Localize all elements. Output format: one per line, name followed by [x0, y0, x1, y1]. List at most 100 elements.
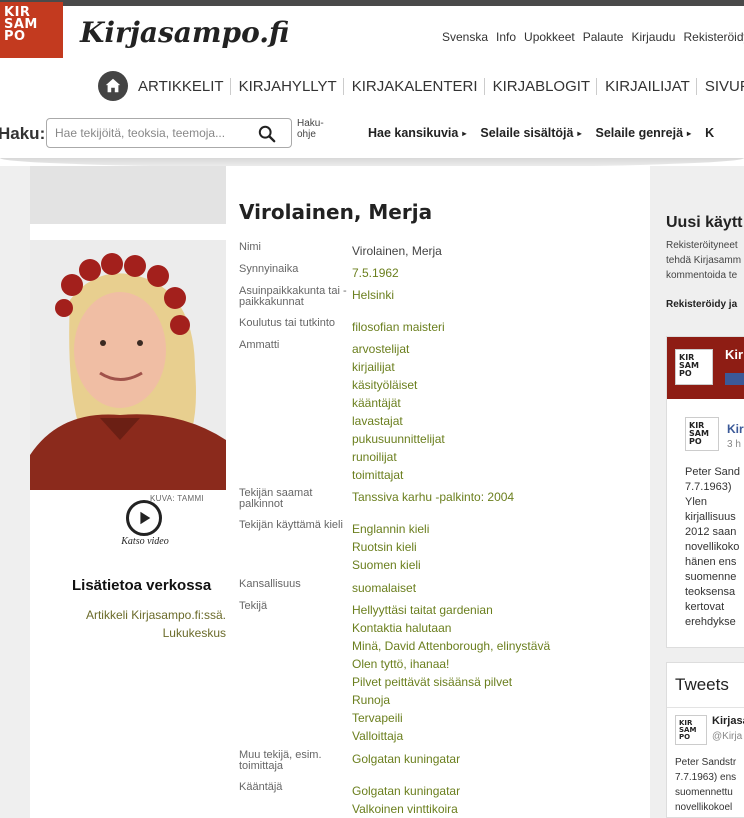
detail-value-link[interactable]: Tervapeili — [352, 709, 550, 727]
quick-links: Hae kansikuvia ▸ Selaile sisältöjä ▸ Selai… — [368, 126, 714, 140]
detail-value-link[interactable]: lavastajat — [352, 412, 445, 430]
detail-values: arvostelijat kirjailijat käsityöläiset kään… — [352, 340, 445, 484]
detail-values: filosofian maisteri — [352, 318, 445, 336]
post-author[interactable]: Kir — [727, 422, 744, 436]
detail-value-link[interactable]: Hellyyttäsi taitat gardenian — [352, 601, 550, 619]
detail-value-link[interactable]: Valloittaja — [352, 727, 550, 745]
top-link-palaute[interactable]: Palaute — [583, 30, 624, 44]
detail-value-link[interactable]: Olen tyttö, ihanaa! — [352, 655, 550, 673]
more-info-links: Artikkeli Kirjasampo.fi:ssä. Lukukeskus — [30, 606, 226, 642]
author-portrait — [30, 240, 226, 490]
logo-line: PO — [679, 369, 692, 378]
post-avatar: KIR SAM PO — [685, 417, 719, 451]
top-link-kirjaudu[interactable]: Kirjaudu — [631, 30, 675, 44]
more-info-heading: Lisätietoa verkossa — [72, 577, 212, 594]
detail-value-link[interactable]: suomalaiset — [352, 579, 416, 597]
top-link-upokkeet[interactable]: Upokkeet — [524, 30, 575, 44]
detail-values: Golgatan kuningatar Valkoinen vinttikoira — [352, 782, 460, 818]
detail-value-link[interactable]: arvostelijat — [352, 340, 445, 358]
detail-value-link[interactable]: kääntäjät — [352, 394, 445, 412]
detail-value-link[interactable]: Golgatan kuningatar — [352, 782, 460, 800]
detail-label: Kääntäjä — [239, 781, 283, 793]
author-name-heading: Virolainen, Merja — [239, 200, 433, 224]
top-link-svenska[interactable]: Svenska — [442, 30, 488, 44]
chevron-right-icon: ▸ — [687, 129, 692, 139]
quick-link-label: Selaile sisältöjä — [480, 126, 574, 140]
play-icon — [140, 511, 151, 525]
detail-label: Tekijän käyttämä kieli — [239, 519, 343, 531]
search-help-link[interactable]: Haku-ohje — [297, 118, 327, 140]
home-icon — [105, 78, 121, 93]
detail-value-link[interactable]: Kontaktia halutaan — [352, 619, 550, 637]
search-button[interactable] — [254, 122, 280, 146]
detail-value-link: Virolainen, Merja — [352, 244, 442, 258]
detail-label: Kansallisuus — [239, 578, 301, 590]
tweet-text-line: novellikokoel — [675, 802, 733, 813]
more-link-lukukeskus[interactable]: Lukukeskus — [30, 624, 226, 642]
nav-item-kirjailijat[interactable]: KIRJAILIJAT — [599, 77, 697, 95]
detail-value-link[interactable]: Suomen kieli — [352, 556, 429, 574]
site-logo[interactable]: KIR SAM PO — [0, 2, 63, 58]
quick-link-label: Selaile genrejä — [595, 126, 684, 140]
detail-value-link[interactable]: Englannin kieli — [352, 520, 429, 538]
right-sidebar: Uusi käytt Rekisteröityneet tehdä Kirjas… — [650, 166, 744, 818]
detail-value-link[interactable]: Ruotsin kieli — [352, 538, 429, 556]
site-title[interactable]: Kirjasampo.fi — [80, 16, 289, 49]
tweet-handle[interactable]: @Kirja — [712, 731, 742, 742]
tweet-author[interactable]: Kirjasa — [712, 715, 744, 727]
detail-value-link[interactable]: Pilvet peittävät sisäänsä pilvet — [352, 673, 550, 691]
home-button[interactable] — [98, 71, 128, 101]
nav-item-kirjahyllyt[interactable]: KIRJAHYLLYT — [233, 77, 344, 95]
detail-label: Synnyinaika — [239, 263, 299, 275]
nav-item-sivupiiri[interactable]: SIVUPIIRI — [699, 78, 744, 95]
quick-link-kansikuvat[interactable]: Hae kansikuvia ▸ — [368, 126, 466, 140]
post-text-line: kirjallisuus — [685, 511, 736, 523]
main-nav: ARTIKKELIT KIRJAHYLLYT KIRJAKALENTERI KI… — [98, 70, 744, 102]
detail-value-link[interactable]: Tanssiva karhu -palkinto: 2004 — [352, 488, 514, 506]
detail-value-link[interactable]: filosofian maisteri — [352, 318, 445, 336]
top-links: Svenska Info Upokkeet Palaute Kirjaudu R… — [442, 30, 744, 44]
chevron-right-icon: ▸ — [577, 129, 582, 139]
detail-values: Golgatan kuningatar — [352, 750, 460, 768]
register-link[interactable]: Rekisteröidy ja — [666, 299, 737, 310]
top-link-rekisteroidy[interactable]: Rekisteröidy — [683, 30, 744, 44]
detail-value-link[interactable]: pukusuunnittelijat — [352, 430, 445, 448]
quick-link-sisallot[interactable]: Selaile sisältöjä ▸ — [480, 126, 581, 140]
detail-value-link[interactable]: Runoja — [352, 691, 550, 709]
detail-values: Helsinki — [352, 286, 394, 304]
detail-value-link[interactable]: käsityöläiset — [352, 376, 445, 394]
facebook-page-name[interactable]: Kir — [725, 347, 743, 362]
detail-value-link[interactable]: toimittajat — [352, 466, 445, 484]
post-text-line: Ylen — [685, 496, 708, 508]
detail-values: Englannin kieli Ruotsin kieli Suomen kieli — [352, 520, 429, 574]
detail-value-link[interactable]: 7.5.1962 — [352, 264, 399, 282]
video-play-button[interactable] — [126, 500, 162, 536]
facebook-like-button[interactable] — [725, 373, 744, 385]
detail-label: Tekijän saamat palkinnot — [239, 487, 313, 510]
register-heading: Uusi käytt — [666, 214, 743, 231]
nav-item-artikkelit[interactable]: ARTIKKELIT — [138, 77, 231, 95]
detail-value-link[interactable]: Helsinki — [352, 286, 394, 304]
tweet-text-line: Peter Sandstr — [675, 757, 737, 768]
post-text-line: Peter Sand — [685, 466, 741, 478]
detail-values: Hellyyttäsi taitat gardenian Kontaktia ha… — [352, 601, 550, 745]
register-text-line: Rekisteröityneet — [666, 240, 738, 251]
nav-item-kirjablogit[interactable]: KIRJABLOGIT — [487, 77, 598, 95]
more-link-article[interactable]: Artikkeli Kirjasampo.fi:ssä. — [30, 606, 226, 624]
quick-link-more[interactable]: K — [705, 126, 714, 140]
top-link-info[interactable]: Info — [496, 30, 516, 44]
detail-value-link[interactable]: kirjailijat — [352, 358, 445, 376]
detail-value-link[interactable]: Minä, David Attenborough, elinystävä — [352, 637, 550, 655]
register-text-line: kommentoida te — [666, 270, 738, 281]
nav-item-kirjakalenteri[interactable]: KIRJAKALENTERI — [346, 77, 485, 95]
video-label[interactable]: Katso video — [120, 537, 170, 547]
detail-value-link[interactable]: Valkoinen vinttikoira — [352, 800, 460, 818]
detail-value-link[interactable]: Golgatan kuningatar — [352, 750, 460, 768]
detail-value-link[interactable]: runoilijat — [352, 448, 445, 466]
logo-line: PO — [689, 437, 702, 446]
logo-line: PO — [4, 29, 26, 44]
detail-values: Virolainen, Merja — [352, 242, 442, 260]
post-text-line: 2012 saan — [685, 526, 737, 538]
quick-link-genret[interactable]: Selaile genrejä ▸ — [595, 126, 691, 140]
twitter-widget: Tweets KIR SAM PO Kirjasa @Kirja Peter S… — [666, 662, 744, 818]
